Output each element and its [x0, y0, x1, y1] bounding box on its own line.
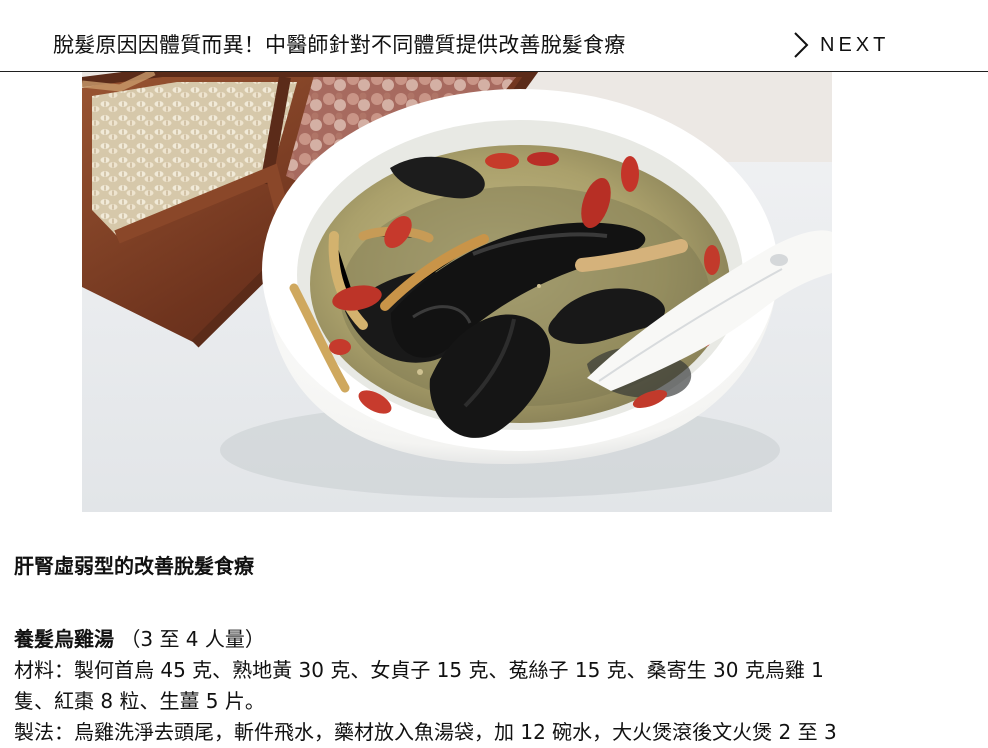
- recipe-block: 養髮烏雞湯 （3 至 4 人量） 材料：製何首烏 45 克、熟地黃 30 克、女…: [14, 624, 894, 748]
- recipe-serving: （3 至 4 人量）: [120, 627, 265, 651]
- hero-image-soup: [82, 72, 832, 512]
- article-title: 脫髮原因因體質而異！中醫師針對不同體質提供改善脫髮食療: [53, 33, 626, 57]
- recipe-title-line: 養髮烏雞湯 （3 至 4 人量）: [14, 624, 894, 655]
- ingredients-line-1: 材料：製何首烏 45 克、熟地黃 30 克、女貞子 15 克、菟絲子 15 克、…: [14, 658, 824, 682]
- ingredients-line-2: 隻、紅棗 8 粒、生薑 5 片。: [14, 689, 265, 713]
- next-label: NEXT: [820, 33, 890, 56]
- soup-photo: [82, 72, 832, 512]
- method-line-1: 製法：烏雞洗淨去頭尾，斬件飛水，藥材放入魚湯袋，加 12 碗水，大火煲滾後文火煲…: [14, 720, 837, 744]
- recipe-title: 養髮烏雞湯: [14, 627, 114, 651]
- next-article-link[interactable]: NEXT: [792, 30, 889, 60]
- section-heading: 肝腎虛弱型的改善脫髮食療: [14, 554, 254, 578]
- chevron-right-icon: [794, 32, 809, 58]
- article-header: 脫髮原因因體質而異！中醫師針對不同體質提供改善脫髮食療 NEXT: [0, 0, 988, 72]
